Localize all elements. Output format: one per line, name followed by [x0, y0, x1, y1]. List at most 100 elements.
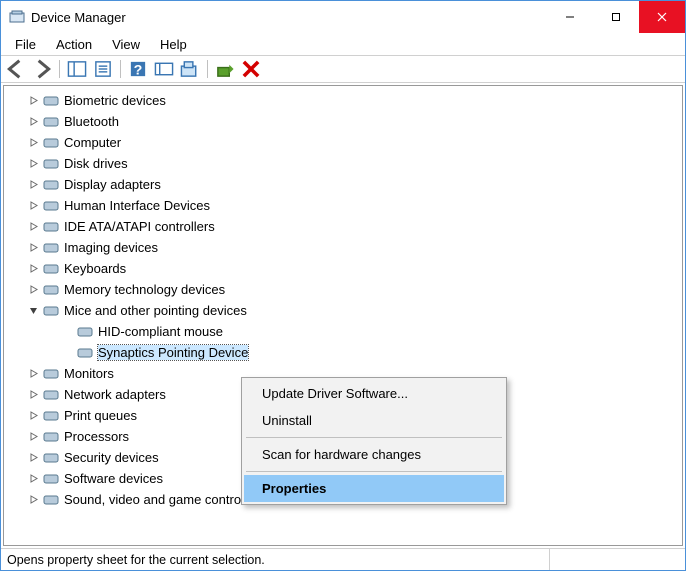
chevron-right-icon[interactable]	[26, 199, 40, 213]
toolbar-separator	[120, 60, 121, 78]
back-button[interactable]	[5, 58, 27, 80]
context-menu-item[interactable]: Scan for hardware changes	[244, 441, 504, 468]
context-menu-separator	[246, 437, 502, 438]
device-category-icon	[42, 93, 60, 109]
context-menu-item[interactable]: Properties	[244, 475, 504, 502]
chevron-right-icon[interactable]	[26, 409, 40, 423]
context-menu-item[interactable]: Uninstall	[244, 407, 504, 434]
svg-text:?: ?	[134, 63, 143, 79]
device-category-icon	[42, 261, 60, 277]
titlebar: Device Manager	[1, 1, 685, 33]
tree-item-label: Disk drives	[64, 156, 128, 171]
tree-item[interactable]: Imaging devices	[4, 237, 682, 258]
forward-button[interactable]	[31, 58, 53, 80]
chevron-right-icon[interactable]	[26, 178, 40, 192]
chevron-right-icon[interactable]	[26, 472, 40, 486]
tree-item[interactable]: Disk drives	[4, 153, 682, 174]
help-button[interactable]: ?	[127, 58, 149, 80]
context-menu-separator	[246, 471, 502, 472]
chevron-right-icon[interactable]	[26, 451, 40, 465]
chevron-right-icon[interactable]	[26, 157, 40, 171]
status-text: Opens property sheet for the current sel…	[7, 553, 265, 567]
chevron-right-icon[interactable]	[26, 262, 40, 276]
tree-item-label: Print queues	[64, 408, 137, 423]
tree-item[interactable]: Synaptics Pointing Device	[4, 342, 682, 363]
tree-item-label: Display adapters	[64, 177, 161, 192]
chevron-right-icon	[60, 346, 74, 360]
show-hidden-devices-button[interactable]	[153, 58, 175, 80]
tree-item-label: Software devices	[64, 471, 163, 486]
device-category-icon	[42, 450, 60, 466]
tree-item[interactable]: Computer	[4, 132, 682, 153]
device-category-icon	[42, 366, 60, 382]
device-category-icon	[42, 219, 60, 235]
context-menu-item[interactable]: Update Driver Software...	[244, 380, 504, 407]
scan-hardware-button[interactable]	[179, 58, 201, 80]
minimize-button[interactable]	[547, 1, 593, 33]
chevron-right-icon[interactable]	[26, 430, 40, 444]
window-title: Device Manager	[31, 10, 547, 25]
context-menu: Update Driver Software...Uninstall Scan f…	[241, 377, 507, 505]
device-category-icon	[42, 114, 60, 130]
maximize-button[interactable]	[593, 1, 639, 33]
device-category-icon	[76, 345, 94, 361]
tree-item-label: Biometric devices	[64, 93, 166, 108]
menu-view[interactable]: View	[102, 35, 150, 54]
close-button[interactable]	[639, 1, 685, 33]
tree-item-label: Synaptics Pointing Device	[98, 345, 248, 360]
tree-item[interactable]: IDE ATA/ATAPI controllers	[4, 216, 682, 237]
tree-item-label: Imaging devices	[64, 240, 158, 255]
menu-help[interactable]: Help	[150, 35, 197, 54]
chevron-right-icon	[60, 325, 74, 339]
chevron-right-icon[interactable]	[26, 367, 40, 381]
chevron-right-icon[interactable]	[26, 493, 40, 507]
tree-item-label: IDE ATA/ATAPI controllers	[64, 219, 215, 234]
device-category-icon	[42, 177, 60, 193]
tree-item[interactable]: Mice and other pointing devices	[4, 300, 682, 321]
chevron-down-icon[interactable]	[26, 304, 40, 318]
device-category-icon	[42, 429, 60, 445]
device-category-icon	[42, 198, 60, 214]
tree-item-label: Processors	[64, 429, 129, 444]
tree-item-label: Keyboards	[64, 261, 126, 276]
tree-item[interactable]: Keyboards	[4, 258, 682, 279]
tree-item-label: Bluetooth	[64, 114, 119, 129]
menu-file[interactable]: File	[5, 35, 46, 54]
status-cell-2	[549, 549, 679, 570]
tree-item[interactable]: Display adapters	[4, 174, 682, 195]
device-category-icon	[76, 324, 94, 340]
chevron-right-icon[interactable]	[26, 136, 40, 150]
chevron-right-icon[interactable]	[26, 241, 40, 255]
tree-item-label: Security devices	[64, 450, 159, 465]
properties-button[interactable]	[92, 58, 114, 80]
chevron-right-icon[interactable]	[26, 94, 40, 108]
chevron-right-icon[interactable]	[26, 388, 40, 402]
update-driver-button[interactable]	[214, 58, 236, 80]
device-category-icon	[42, 135, 60, 151]
tree-item-label: Computer	[64, 135, 121, 150]
app-icon	[9, 9, 25, 25]
tree-item-label: Network adapters	[64, 387, 166, 402]
tree-item-label: Mice and other pointing devices	[64, 303, 247, 318]
tree-item[interactable]: Biometric devices	[4, 90, 682, 111]
toolbar-separator	[59, 60, 60, 78]
toolbar: ?	[1, 55, 685, 83]
chevron-right-icon[interactable]	[26, 220, 40, 234]
menubar: File Action View Help	[1, 33, 685, 55]
tree-item[interactable]: Bluetooth	[4, 111, 682, 132]
device-category-icon	[42, 471, 60, 487]
tree-item[interactable]: Memory technology devices	[4, 279, 682, 300]
tree-item-label: Human Interface Devices	[64, 198, 210, 213]
tree-item-label: Memory technology devices	[64, 282, 225, 297]
statusbar: Opens property sheet for the current sel…	[1, 548, 685, 570]
device-category-icon	[42, 240, 60, 256]
uninstall-button[interactable]	[240, 58, 262, 80]
chevron-right-icon[interactable]	[26, 283, 40, 297]
menu-action[interactable]: Action	[46, 35, 102, 54]
toolbar-separator	[207, 60, 208, 78]
show-hide-console-tree-button[interactable]	[66, 58, 88, 80]
chevron-right-icon[interactable]	[26, 115, 40, 129]
tree-item-label: Monitors	[64, 366, 114, 381]
tree-item[interactable]: HID-compliant mouse	[4, 321, 682, 342]
tree-item[interactable]: Human Interface Devices	[4, 195, 682, 216]
